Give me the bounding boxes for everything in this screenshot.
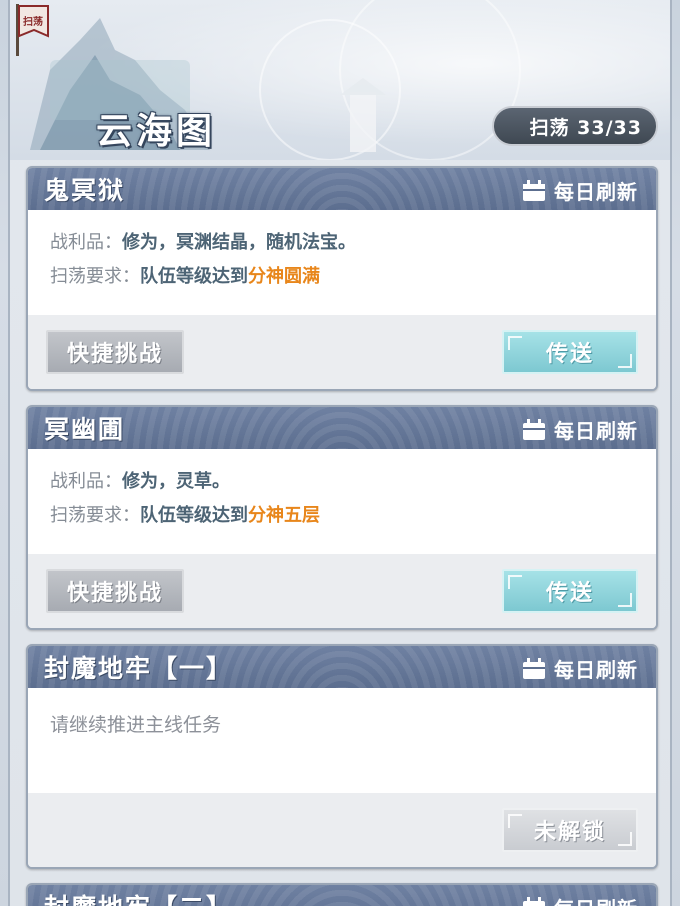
- dungeon-card-3: 封魔地牢【一】 每日刷新 请继续推进主线任务 未解锁: [26, 644, 658, 869]
- loot-label: 战利品：: [50, 471, 122, 492]
- daily-refresh-tag: 每日刷新: [522, 415, 638, 444]
- refresh-label: 每日刷新: [554, 180, 638, 204]
- daily-refresh-tag: 每日刷新: [522, 893, 638, 906]
- quick-challenge-button[interactable]: 快捷挑战: [46, 569, 184, 613]
- locked-message: 请继续推进主线任务: [50, 714, 222, 736]
- dungeon-name: 封魔地牢【二】: [44, 888, 233, 906]
- card-footer: 未解锁: [28, 793, 656, 867]
- calendar-icon: [523, 657, 545, 679]
- daily-refresh-tag: 每日刷新: [522, 654, 638, 683]
- requirement-label: 扫荡要求：: [50, 505, 140, 526]
- dungeon-panel: 云海图 扫荡 33/33 扫荡 鬼冥狱 每日刷新 战利品：修为，冥渊结晶，随机法…: [8, 0, 672, 906]
- refresh-label: 每日刷新: [554, 893, 638, 906]
- requirement-text: 队伍等级达到: [140, 266, 248, 287]
- calendar-icon: [523, 896, 545, 906]
- sweep-flag-icon: 扫荡: [16, 4, 49, 56]
- sweep-count-label: 扫荡 33/33: [529, 116, 642, 139]
- card-body: 战利品：修为，冥渊结晶，随机法宝。 扫荡要求：队伍等级达到分神圆满: [28, 210, 656, 315]
- calendar-icon: [523, 418, 545, 440]
- loot-line: 战利品：修为，冥渊结晶，随机法宝。: [50, 226, 634, 260]
- requirement-level: 分神圆满: [248, 266, 320, 287]
- dungeon-name: 冥幽圃: [44, 415, 126, 444]
- calendar-icon: [523, 179, 545, 201]
- refresh-label: 每日刷新: [554, 419, 638, 443]
- requirement-level: 分神五层: [248, 505, 320, 526]
- teleport-button[interactable]: 传送: [502, 569, 638, 613]
- teleport-button[interactable]: 传送: [502, 330, 638, 374]
- card-header: 封魔地牢【二】 每日刷新: [28, 885, 656, 906]
- dungeon-card-1: 鬼冥狱 每日刷新 战利品：修为，冥渊结晶，随机法宝。 扫荡要求：队伍等级达到分神…: [26, 166, 658, 391]
- card-footer: 快捷挑战 传送: [28, 315, 656, 389]
- panel-header: 云海图 扫荡 33/33 扫荡: [10, 0, 670, 160]
- daily-refresh-tag: 每日刷新: [522, 176, 638, 205]
- requirement-line: 扫荡要求：队伍等级达到分神圆满: [50, 260, 634, 294]
- requirement-label: 扫荡要求：: [50, 266, 140, 287]
- dungeon-name: 封魔地牢【一】: [44, 654, 234, 683]
- dungeon-card-4: 封魔地牢【二】 每日刷新: [26, 883, 658, 906]
- loot-line: 战利品：修为，灵草。: [50, 465, 634, 499]
- requirement-text: 队伍等级达到: [140, 505, 248, 526]
- locked-button[interactable]: 未解锁: [502, 808, 638, 852]
- loot-label: 战利品：: [50, 232, 122, 253]
- card-header: 封魔地牢【一】 每日刷新: [28, 646, 656, 688]
- teleport-label: 传送: [545, 581, 594, 606]
- card-body: 战利品：修为，灵草。 扫荡要求：队伍等级达到分神五层: [28, 449, 656, 554]
- card-body: 请继续推进主线任务: [28, 688, 656, 793]
- sweep-count-badge[interactable]: 扫荡 33/33: [492, 106, 658, 146]
- refresh-label: 每日刷新: [554, 658, 638, 682]
- card-header: 鬼冥狱 每日刷新: [28, 168, 656, 210]
- svg-text:扫荡: 扫荡: [23, 15, 43, 28]
- dungeon-name: 鬼冥狱: [44, 176, 126, 205]
- loot-value: 修为，灵草。: [122, 471, 230, 492]
- loot-value: 修为，冥渊结晶，随机法宝。: [122, 232, 356, 253]
- teleport-label: 传送: [545, 342, 594, 367]
- quick-challenge-button[interactable]: 快捷挑战: [46, 330, 184, 374]
- dungeon-card-2: 冥幽圃 每日刷新 战利品：修为，灵草。 扫荡要求：队伍等级达到分神五层 快捷挑战: [26, 405, 658, 630]
- card-header: 冥幽圃 每日刷新: [28, 407, 656, 449]
- requirement-line: 扫荡要求：队伍等级达到分神五层: [50, 499, 634, 533]
- page-title: 云海图: [96, 111, 217, 152]
- card-footer: 快捷挑战 传送: [28, 554, 656, 628]
- locked-label: 未解锁: [533, 820, 606, 845]
